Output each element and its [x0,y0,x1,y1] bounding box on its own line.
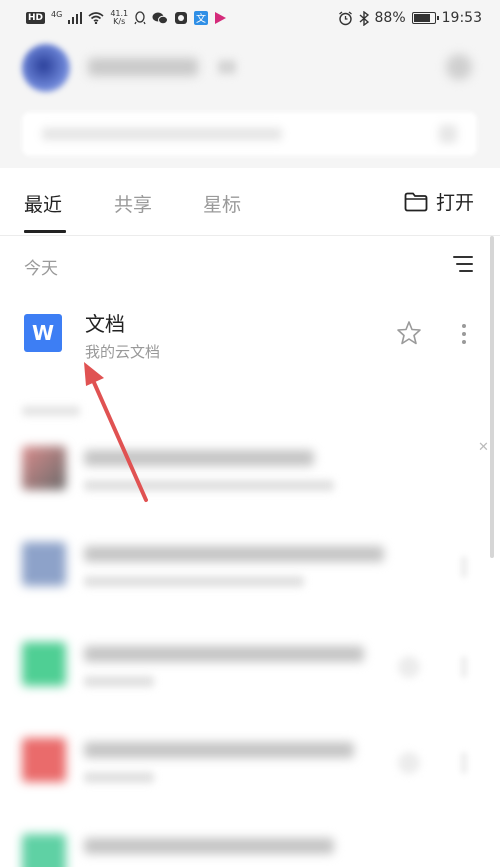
list-item[interactable] [0,820,488,867]
blurred-thumbnail [22,446,66,490]
blurred-subtitle [84,772,154,783]
sort-icon[interactable] [452,255,474,273]
hd-icon: HD [26,12,46,24]
tab-recent[interactable]: 最近 [24,190,62,217]
scrollbar[interactable] [490,236,494,558]
status-right: 88% 19:53 [338,10,482,26]
blurred-username [88,58,198,76]
active-tab-indicator [24,230,66,233]
list-item[interactable] [0,628,488,708]
blurred-header-icon[interactable] [446,54,472,80]
video-app-icon [214,11,227,25]
list-item[interactable] [0,432,488,512]
translate-icon: 文 [194,11,209,25]
wechat-icon [152,12,169,25]
account-header [0,36,500,168]
blurred-title [84,742,354,758]
blurred-badge [218,60,236,74]
star-icon[interactable] [396,320,422,346]
blurred-title [84,546,384,562]
blurred-subtitle [84,676,154,687]
blurred-thumbnail [22,834,66,867]
speed-unit: K/s [113,17,126,26]
list-item-document[interactable]: W 文档 我的云文档 [0,292,488,376]
word-doc-icon: W [24,314,62,352]
open-button[interactable]: 打开 [404,188,474,215]
blurred-more-icon[interactable] [461,752,467,774]
blurred-thumbnail [22,542,66,586]
signal-icon [68,12,83,24]
network-type-icon: 4G [51,9,63,19]
blurred-more-icon[interactable] [461,656,467,678]
svg-text:文: 文 [196,12,206,25]
section-title-today: 今天 [24,259,58,279]
battery-fill [413,14,431,22]
more-vertical-icon[interactable] [459,323,469,345]
tab-shared[interactable]: 共享 [114,190,152,217]
blurred-more-icon[interactable] [461,556,467,578]
status-bar: HD 4G 41.1 K/s 文 88% 19:53 [0,0,500,36]
network-speed: 41.1 K/s [110,10,128,26]
status-left: HD 4G 41.1 K/s 文 [26,10,227,26]
blurred-star-icon[interactable] [398,656,420,678]
blurred-search-icon[interactable] [439,125,457,143]
qq-icon [134,11,146,25]
blurred-title [84,646,364,662]
avatar[interactable] [22,44,70,92]
tab-bar: 最近 共享 星标 打开 [0,168,500,236]
blurred-star-icon[interactable] [398,752,420,774]
clock: 19:53 [441,10,482,26]
blurred-search-placeholder [42,128,282,140]
bluetooth-icon [359,10,369,26]
wifi-icon [88,12,104,24]
alarm-icon [338,10,353,26]
blurred-subtitle [84,576,304,587]
blurred-title [84,450,314,466]
blurred-thumbnail [22,738,66,782]
list-item[interactable] [0,528,488,608]
document-title: 文档 [85,312,125,336]
folder-icon [404,192,428,211]
battery-icon [411,12,439,24]
open-button-label: 打开 [436,192,475,214]
blurred-section-label [22,406,80,416]
blurred-thumbnail [22,642,66,686]
tab-starred[interactable]: 星标 [203,190,241,217]
search-input[interactable] [22,112,477,156]
list-item[interactable] [0,724,488,804]
app-icon [174,11,188,25]
battery-percent: 88% [374,10,406,26]
blurred-title [84,838,334,854]
blurred-subtitle [84,480,334,491]
document-subtitle: 我的云文档 [85,343,161,361]
